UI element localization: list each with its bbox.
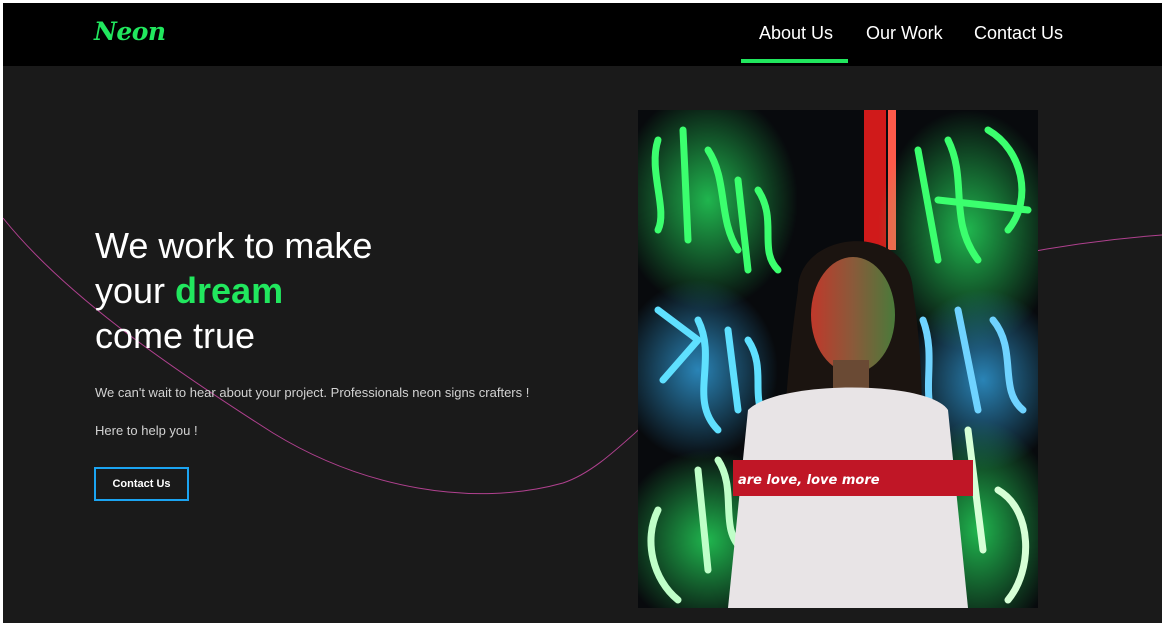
- hero-paragraph-1: We can't wait to hear about your project…: [95, 385, 530, 400]
- hero-image: are love, love more: [638, 110, 1038, 608]
- headline-line-1: We work to make: [95, 225, 373, 266]
- headline-accent: dream: [175, 270, 284, 311]
- shirt-text: are love, love more: [738, 473, 880, 488]
- page: Neon About Us Our Work Contact Us We wor…: [3, 3, 1162, 623]
- hero-headline: We work to make your dream come true: [95, 223, 372, 358]
- nav-link-about-us[interactable]: About Us: [759, 23, 833, 44]
- logo[interactable]: Neon: [94, 17, 166, 46]
- nav-link-our-work[interactable]: Our Work: [866, 23, 943, 44]
- headline-line-2-prefix: your: [95, 270, 166, 311]
- headline-line-3: come true: [95, 315, 256, 356]
- hero-paragraph-2: Here to help you !: [95, 423, 198, 438]
- navbar: Neon About Us Our Work Contact Us: [3, 3, 1162, 66]
- active-nav-indicator: [741, 59, 848, 63]
- nav-link-contact-us[interactable]: Contact Us: [974, 23, 1063, 44]
- neon-portrait-photo: are love, love more: [638, 110, 1038, 608]
- contact-us-button[interactable]: Contact Us: [94, 467, 189, 501]
